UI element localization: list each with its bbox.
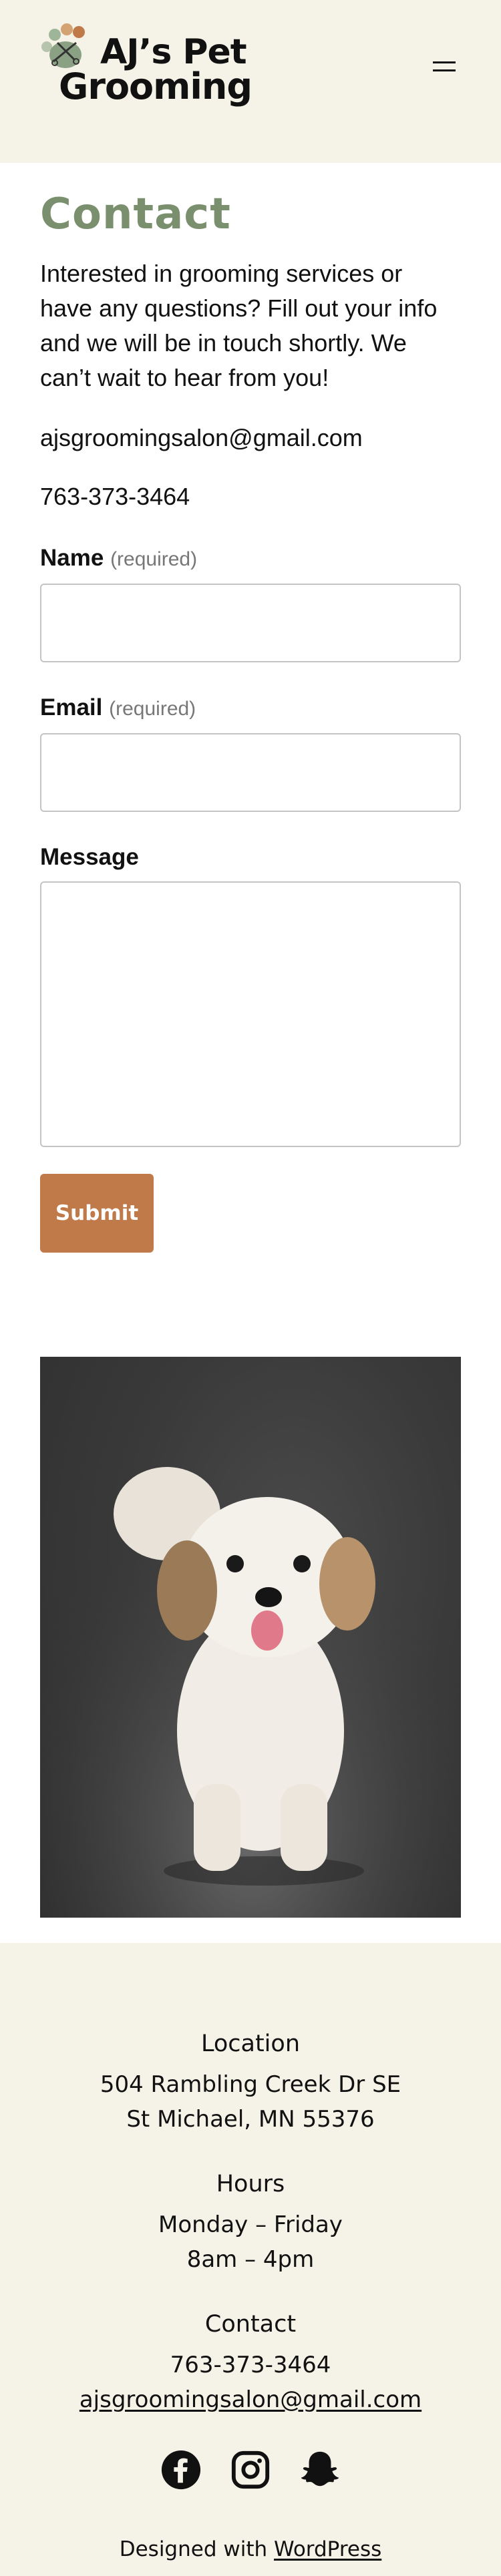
email-field[interactable] — [40, 733, 461, 812]
logo-wordmark: AJ’s Pet Grooming — [59, 32, 253, 108]
message-label-text: Message — [40, 844, 139, 870]
contact-email: ajsgroomingsalon@gmail.com — [40, 424, 363, 451]
email-required-note: (required) — [109, 698, 196, 720]
name-label-text: Name — [40, 545, 104, 571]
location-heading: Location — [200, 2030, 301, 2057]
footer-phone: 763-373-3464 — [170, 2352, 331, 2378]
menu-button[interactable] — [433, 57, 458, 76]
name-required-note: (required) — [110, 548, 198, 570]
dog-illustration — [40, 1357, 461, 1918]
page-title: Contact — [40, 190, 231, 239]
main-content: Contact Interested in grooming services … — [0, 187, 501, 1918]
message-label: Message — [40, 843, 461, 872]
address-line-1: 504 Rambling Creek Dr SE — [100, 2071, 401, 2098]
hours-time: 8am – 4pm — [186, 2246, 315, 2273]
email-label: Email (required) — [40, 693, 461, 724]
footer-contact: Contact 763-373-3464 ajsgroomingsalon@gm… — [0, 2309, 501, 2417]
hours-days: Monday – Friday — [158, 2211, 343, 2238]
footer-hours: Hours Monday – Friday 8am – 4pm — [0, 2169, 501, 2277]
hamburger-icon — [433, 61, 456, 63]
site-footer: Location 504 Rambling Creek Dr SE St Mic… — [0, 1943, 501, 2576]
snapchat-icon[interactable] — [299, 2449, 341, 2491]
dog-photo — [40, 1357, 461, 1918]
site-header: AJ’s Pet Grooming — [0, 0, 501, 163]
contact-form: Name (required) Email (required) Message… — [40, 544, 461, 1253]
contact-phone: 763-373-3464 — [40, 483, 190, 510]
name-label: Name (required) — [40, 544, 461, 574]
social-links — [0, 2449, 501, 2491]
message-field[interactable] — [40, 881, 461, 1147]
facebook-icon[interactable] — [160, 2449, 202, 2491]
logo-line-1: AJ’s Pet — [100, 32, 247, 72]
site-logo[interactable]: AJ’s Pet Grooming — [39, 23, 253, 116]
footer-email-link[interactable]: ajsgroomingsalon@gmail.com — [79, 2386, 422, 2413]
hamburger-icon-bar — [433, 69, 456, 71]
submit-button[interactable]: Submit — [40, 1174, 154, 1253]
wordpress-link[interactable]: WordPress — [274, 2537, 381, 2561]
contact-heading: Contact — [204, 2311, 297, 2338]
credit-prefix: Designed with — [119, 2537, 268, 2561]
name-field[interactable] — [40, 584, 461, 662]
logo-line-2: Grooming — [59, 65, 253, 108]
footer-location: Location 504 Rambling Creek Dr SE St Mic… — [0, 2028, 501, 2137]
email-label-text: Email — [40, 694, 103, 720]
instagram-icon[interactable] — [230, 2449, 271, 2491]
footer-credit: Designed with WordPress — [0, 2537, 501, 2561]
hours-heading: Hours — [216, 2171, 285, 2197]
address-line-2: St Michael, MN 55376 — [126, 2106, 375, 2133]
intro-text: Interested in grooming services or have … — [40, 260, 438, 391]
